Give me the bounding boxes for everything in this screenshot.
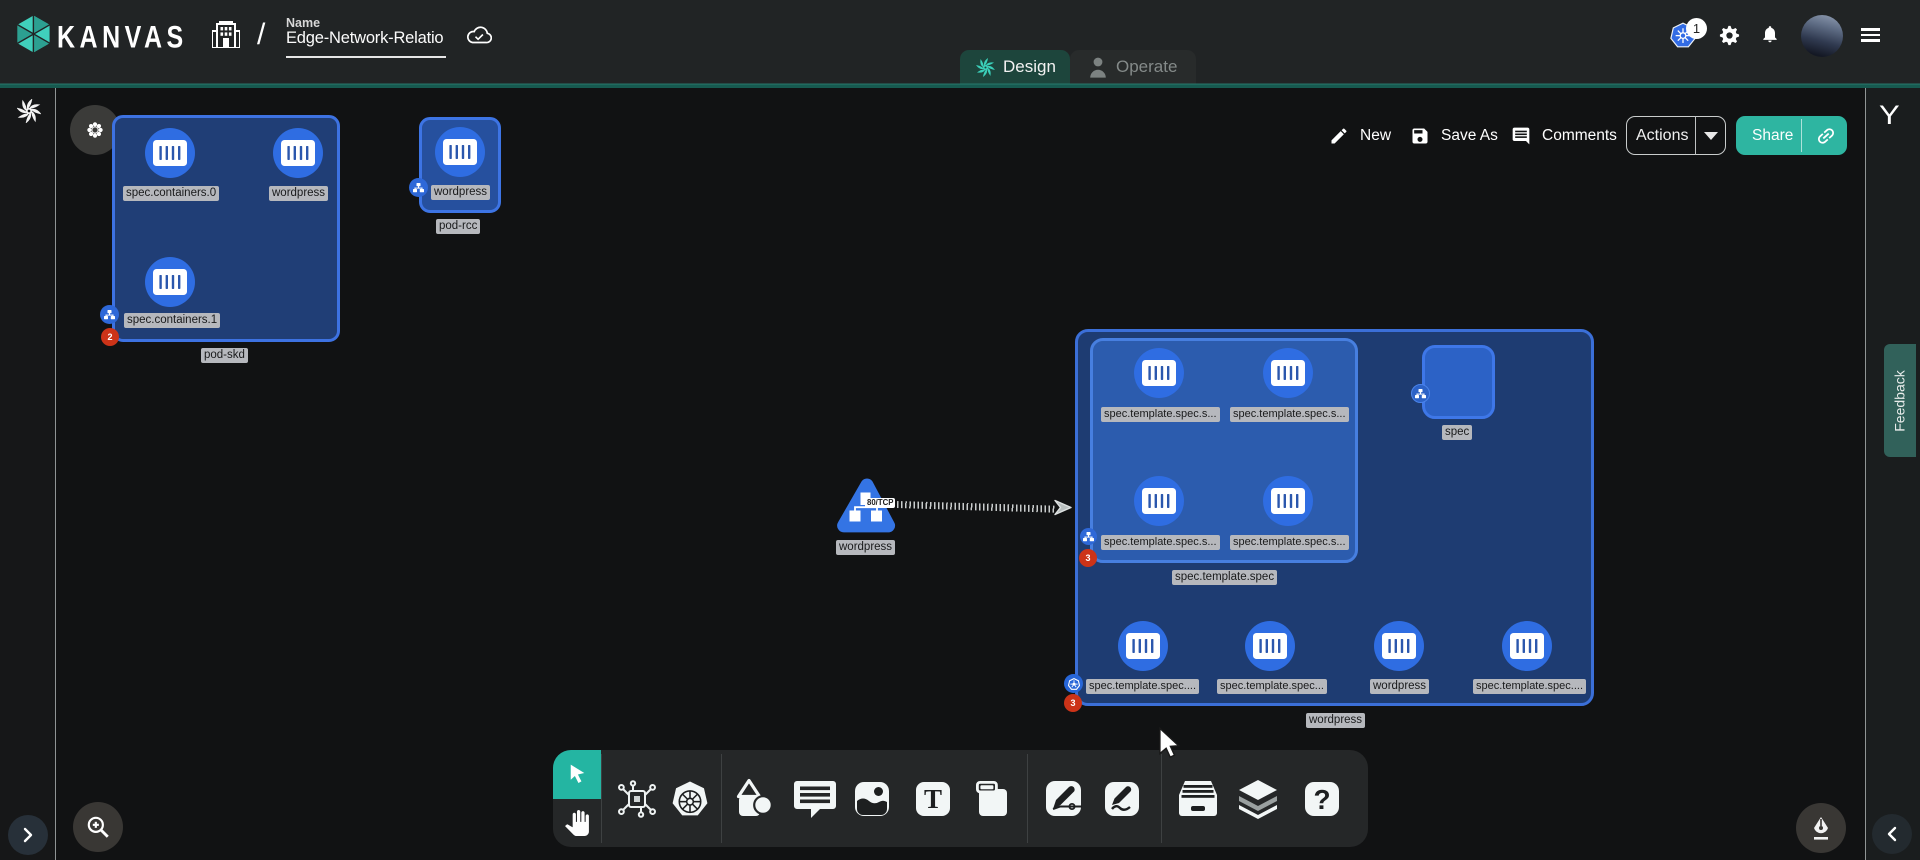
svg-text:T: T	[924, 784, 942, 814]
svg-text:?: ?	[1313, 784, 1330, 815]
